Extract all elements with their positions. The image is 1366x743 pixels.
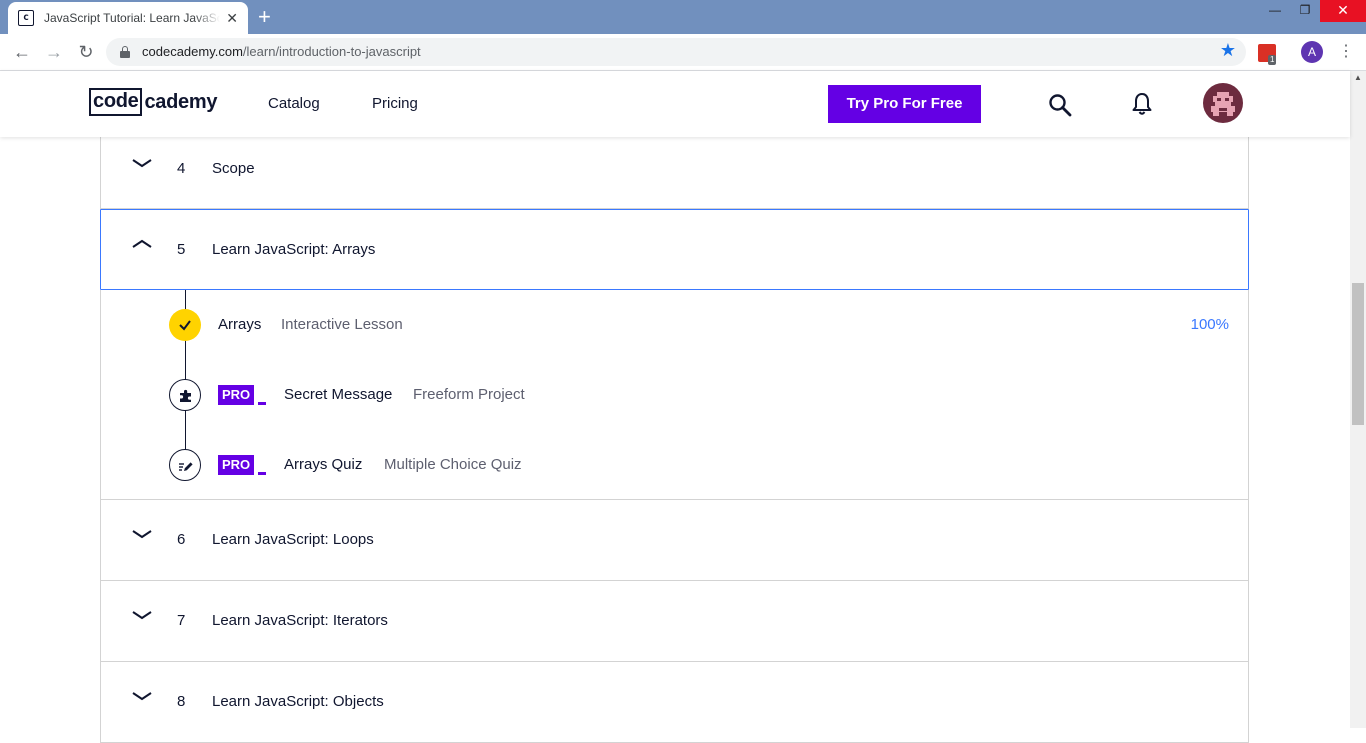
module-title: Learn JavaScript: Iterators bbox=[212, 612, 388, 629]
chevron-up-icon bbox=[132, 239, 152, 248]
browser-menu-icon[interactable]: ⋮ bbox=[1338, 42, 1354, 62]
checkmark-icon bbox=[179, 320, 191, 331]
module-row[interactable]: 4 Scope bbox=[100, 137, 1249, 209]
codecademy-favicon-icon: c bbox=[18, 10, 34, 26]
module-row[interactable]: 8 Learn JavaScript: Objects bbox=[100, 662, 1249, 743]
nav-pricing-link[interactable]: Pricing bbox=[372, 95, 418, 112]
browser-tab[interactable]: c JavaScript Tutorial: Learn JavaScript … bbox=[8, 2, 248, 34]
pro-badge: PRO bbox=[218, 455, 267, 475]
syllabus: 4 Scope 5 Learn JavaScript: Arrays Array… bbox=[100, 137, 1249, 743]
tab-title: JavaScript Tutorial: Learn JavaScript Fo… bbox=[44, 11, 220, 25]
restore-button[interactable]: ❐ bbox=[1290, 0, 1320, 22]
codecademy-logo[interactable]: code cademy bbox=[89, 88, 217, 116]
lesson-name: Arrays Quiz bbox=[284, 456, 363, 473]
module-title: Learn JavaScript: Objects bbox=[212, 693, 384, 710]
nav-catalog-link[interactable]: Catalog bbox=[268, 95, 320, 112]
url-path: /learn/introduction-to-javascript bbox=[242, 44, 421, 59]
lesson-name: Secret Message bbox=[284, 386, 393, 403]
extension-badge: 1 bbox=[1268, 55, 1277, 65]
module-title: Learn JavaScript: Loops bbox=[212, 531, 374, 548]
pro-badge: PRO bbox=[218, 385, 267, 405]
lesson-node bbox=[169, 379, 201, 411]
url-host: codecademy.com bbox=[142, 44, 243, 59]
logo-code: code bbox=[89, 88, 143, 116]
url-text[interactable]: codecademy.com/learn/introduction-to-jav… bbox=[142, 44, 421, 59]
scroll-up-arrow-icon[interactable]: ▲ bbox=[1354, 73, 1362, 82]
module-number: 8 bbox=[177, 693, 186, 710]
quiz-pencil-icon bbox=[179, 462, 193, 471]
try-pro-button[interactable]: Try Pro For Free bbox=[828, 85, 981, 123]
chevron-down-icon bbox=[132, 159, 152, 168]
minimize-button[interactable]: — bbox=[1260, 0, 1290, 22]
lesson-list: Arrays Interactive Lesson 100% PRO Secre… bbox=[100, 290, 1249, 500]
bookmark-star-icon[interactable]: ★ bbox=[1220, 40, 1236, 61]
forward-arrow-icon[interactable]: → bbox=[42, 40, 66, 64]
completed-node bbox=[169, 309, 201, 341]
pro-label: PRO bbox=[218, 455, 255, 475]
browser-tab-strip: c JavaScript Tutorial: Learn JavaScript … bbox=[0, 0, 1366, 34]
chevron-down-icon bbox=[132, 611, 152, 620]
tab-close-icon[interactable]: ✕ bbox=[226, 10, 238, 26]
window-controls: — ❐ ✕ bbox=[1260, 0, 1366, 24]
lesson-item[interactable]: Arrays Interactive Lesson 100% bbox=[169, 309, 1229, 341]
chevron-down-icon bbox=[132, 692, 152, 701]
lesson-kind: Freeform Project bbox=[413, 386, 525, 403]
lesson-name: Arrays bbox=[218, 316, 262, 333]
puzzle-icon bbox=[180, 389, 191, 402]
page-scrollbar[interactable]: ▲ bbox=[1350, 71, 1366, 728]
back-arrow-icon[interactable]: ← bbox=[10, 40, 34, 64]
module-row[interactable]: 6 Learn JavaScript: Loops bbox=[100, 500, 1249, 581]
scroll-thumb[interactable] bbox=[1352, 283, 1364, 425]
profile-avatar[interactable]: A bbox=[1301, 41, 1323, 63]
lesson-progress: 100% bbox=[1190, 316, 1229, 333]
module-row[interactable]: 7 Learn JavaScript: Iterators bbox=[100, 581, 1249, 662]
module-number: 5 bbox=[177, 241, 186, 258]
reload-icon[interactable]: ↻ bbox=[74, 40, 98, 64]
pro-cursor bbox=[258, 472, 267, 475]
lesson-item[interactable]: PRO Secret Message Freeform Project bbox=[169, 379, 1229, 411]
logo-cademy: cademy bbox=[144, 91, 218, 113]
pro-cursor bbox=[258, 402, 267, 405]
lesson-kind: Interactive Lesson bbox=[281, 316, 403, 333]
pixel-avatar-icon bbox=[1211, 92, 1235, 116]
site-header: code cademy Catalog Pricing Try Pro For F… bbox=[0, 71, 1350, 137]
address-bar[interactable]: codecademy.com/learn/introduction-to-jav… bbox=[106, 38, 1246, 66]
module-title: Learn JavaScript: Arrays bbox=[212, 241, 376, 258]
search-icon[interactable] bbox=[1048, 93, 1072, 117]
chevron-down-icon bbox=[132, 530, 152, 539]
lesson-item[interactable]: PRO Arrays Quiz Multiple Choice Quiz bbox=[169, 449, 1229, 481]
module-number: 6 bbox=[177, 531, 186, 548]
close-window-button[interactable]: ✕ bbox=[1320, 0, 1366, 22]
notification-bell-icon[interactable] bbox=[1131, 92, 1153, 116]
lock-icon[interactable] bbox=[120, 46, 130, 58]
user-avatar[interactable] bbox=[1203, 83, 1243, 123]
pro-label: PRO bbox=[218, 385, 255, 405]
module-row-expanded[interactable]: 5 Learn JavaScript: Arrays bbox=[100, 209, 1249, 290]
module-title: Scope bbox=[212, 160, 255, 177]
lesson-node bbox=[169, 449, 201, 481]
browser-toolbar: ← → ↻ codecademy.com/learn/introduction-… bbox=[0, 34, 1366, 71]
module-number: 4 bbox=[177, 160, 186, 177]
module-number: 7 bbox=[177, 612, 186, 629]
new-tab-button[interactable]: + bbox=[258, 6, 271, 28]
lesson-kind: Multiple Choice Quiz bbox=[384, 456, 522, 473]
